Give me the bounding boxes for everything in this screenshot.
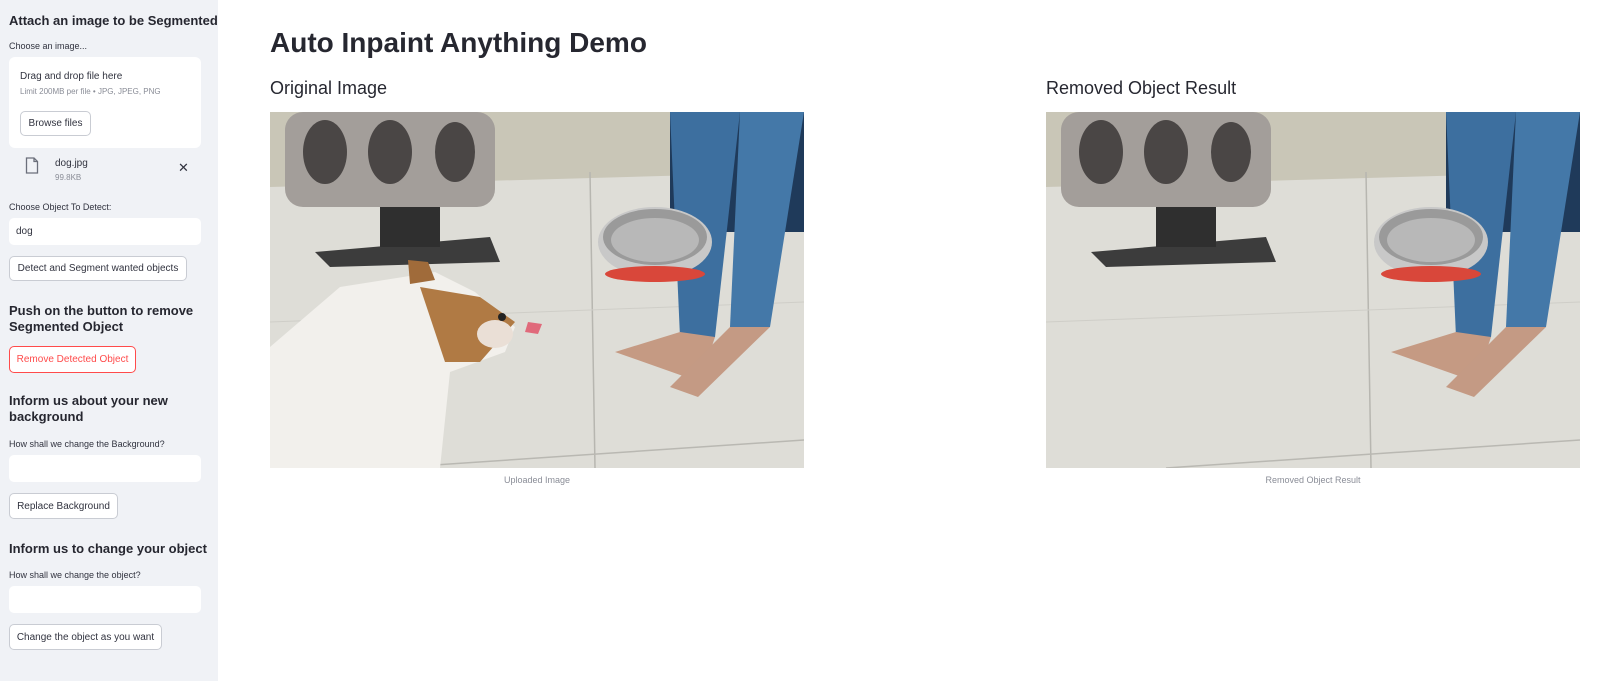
- browse-files-button[interactable]: Browse files: [20, 111, 91, 136]
- close-icon[interactable]: ✕: [178, 161, 189, 174]
- replace-background-button[interactable]: Replace Background: [9, 493, 118, 519]
- upload-limit-text: Limit 200MB per file • JPG, JPEG, PNG: [20, 87, 161, 96]
- result-image: [1046, 112, 1580, 468]
- drag-drop-text: Drag and drop file here: [20, 71, 123, 82]
- original-image-heading: Original Image: [270, 78, 388, 98]
- sidebar: Attach an image to be Segmented Choose a…: [0, 0, 218, 681]
- file-name: dog.jpg: [55, 158, 88, 169]
- file-size: 99.8KB: [55, 173, 82, 182]
- page-title: Auto Inpaint Anything Demo: [270, 27, 647, 58]
- result-image-heading: Removed Object Result: [1046, 78, 1237, 98]
- detect-object-input[interactable]: [9, 218, 201, 245]
- object-heading: Inform us to change your object: [9, 541, 207, 556]
- change-object-button[interactable]: Change the object as you want: [9, 624, 162, 650]
- attach-heading: Attach an image to be Segmented: [9, 13, 218, 28]
- remove-object-button[interactable]: Remove Detected Object: [9, 346, 136, 373]
- original-image-caption: Uploaded Image: [503, 475, 571, 485]
- object-label: How shall we change the object?: [9, 570, 141, 580]
- original-image: [270, 112, 804, 468]
- background-label: How shall we change the Background?: [9, 439, 165, 449]
- remove-heading: Push on the button to remove Segmented O…: [9, 303, 194, 334]
- choose-image-label: Choose an image...: [9, 41, 88, 51]
- detect-segment-button[interactable]: Detect and Segment wanted objects: [9, 256, 187, 281]
- uploaded-file-row: dog.jpg 99.8KB ✕: [9, 154, 201, 184]
- object-input[interactable]: [9, 586, 201, 613]
- detect-label: Choose Object To Detect:: [9, 202, 112, 212]
- background-input[interactable]: [9, 455, 201, 482]
- result-image-caption: Removed Object Result: [1265, 475, 1361, 485]
- file-uploader-dropzone[interactable]: Drag and drop file here Limit 200MB per …: [9, 57, 201, 148]
- background-heading: Inform us about your new background: [9, 393, 168, 424]
- file-icon: [25, 157, 39, 174]
